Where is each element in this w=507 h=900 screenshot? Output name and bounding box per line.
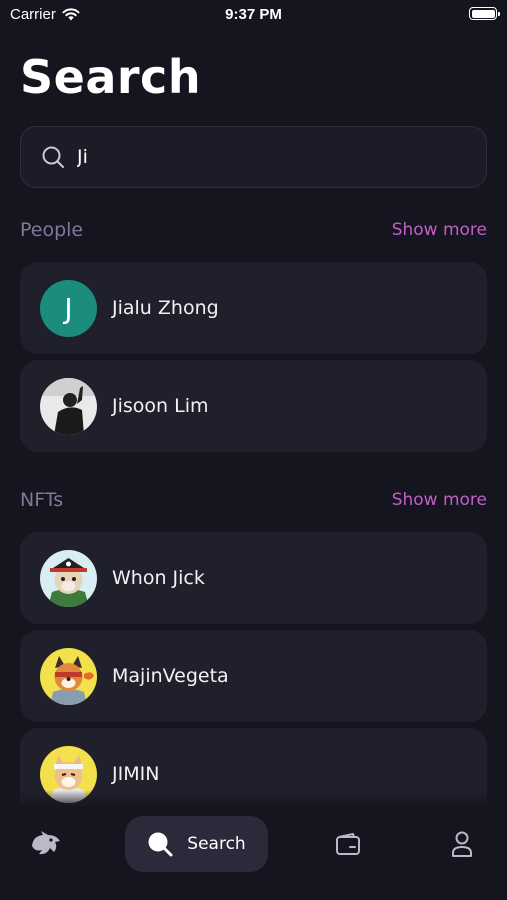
people-section-title: People	[20, 219, 84, 241]
tab-home[interactable]	[20, 816, 72, 872]
battery-icon	[469, 7, 500, 20]
nft-name: MajinVegeta	[112, 665, 229, 687]
shiba-nft-yellow-avatar	[40, 647, 97, 705]
status-bar: Carrier 9:37 PM	[0, 0, 507, 30]
tab-bar: Search	[0, 806, 507, 900]
search-box[interactable]	[20, 126, 487, 188]
nft-card-majinvegeta[interactable]: MajinVegeta	[20, 630, 487, 722]
status-time: 9:37 PM	[225, 6, 282, 23]
person-name: Jialu Zhong	[112, 297, 219, 319]
person-card-jisoon-lim[interactable]: Jisoon Lim	[20, 360, 487, 452]
wallet-icon	[336, 833, 360, 855]
tab-wallet[interactable]	[322, 816, 374, 872]
nft-name: Whon Jick	[112, 567, 205, 589]
search-input[interactable]	[77, 146, 457, 168]
person-card-jialu-zhong[interactable]: J Jialu Zhong	[20, 262, 487, 354]
nfts-show-more-link[interactable]: Show more	[392, 490, 487, 510]
tab-profile[interactable]	[436, 816, 488, 872]
page-title: Search	[20, 50, 202, 104]
avatar: J	[40, 279, 97, 337]
nft-card-whon-jick[interactable]: Whon Jick	[20, 532, 487, 624]
search-icon	[148, 832, 173, 857]
person-photo-avatar	[40, 377, 97, 435]
search-icon	[42, 146, 64, 168]
tab-search-label: Search	[187, 834, 246, 854]
nfts-section-header: NFTs Show more	[20, 488, 487, 512]
people-show-more-link[interactable]: Show more	[392, 220, 487, 240]
pirate-dog-nft-avatar	[40, 549, 97, 607]
dragon-logo-icon	[32, 831, 60, 855]
nft-name: JIMIN	[112, 763, 160, 785]
person-name: Jisoon Lim	[112, 395, 209, 417]
nfts-section-title: NFTs	[20, 489, 64, 511]
tab-search[interactable]: Search	[125, 816, 268, 872]
profile-icon	[452, 831, 472, 857]
people-section-header: People Show more	[20, 218, 487, 242]
